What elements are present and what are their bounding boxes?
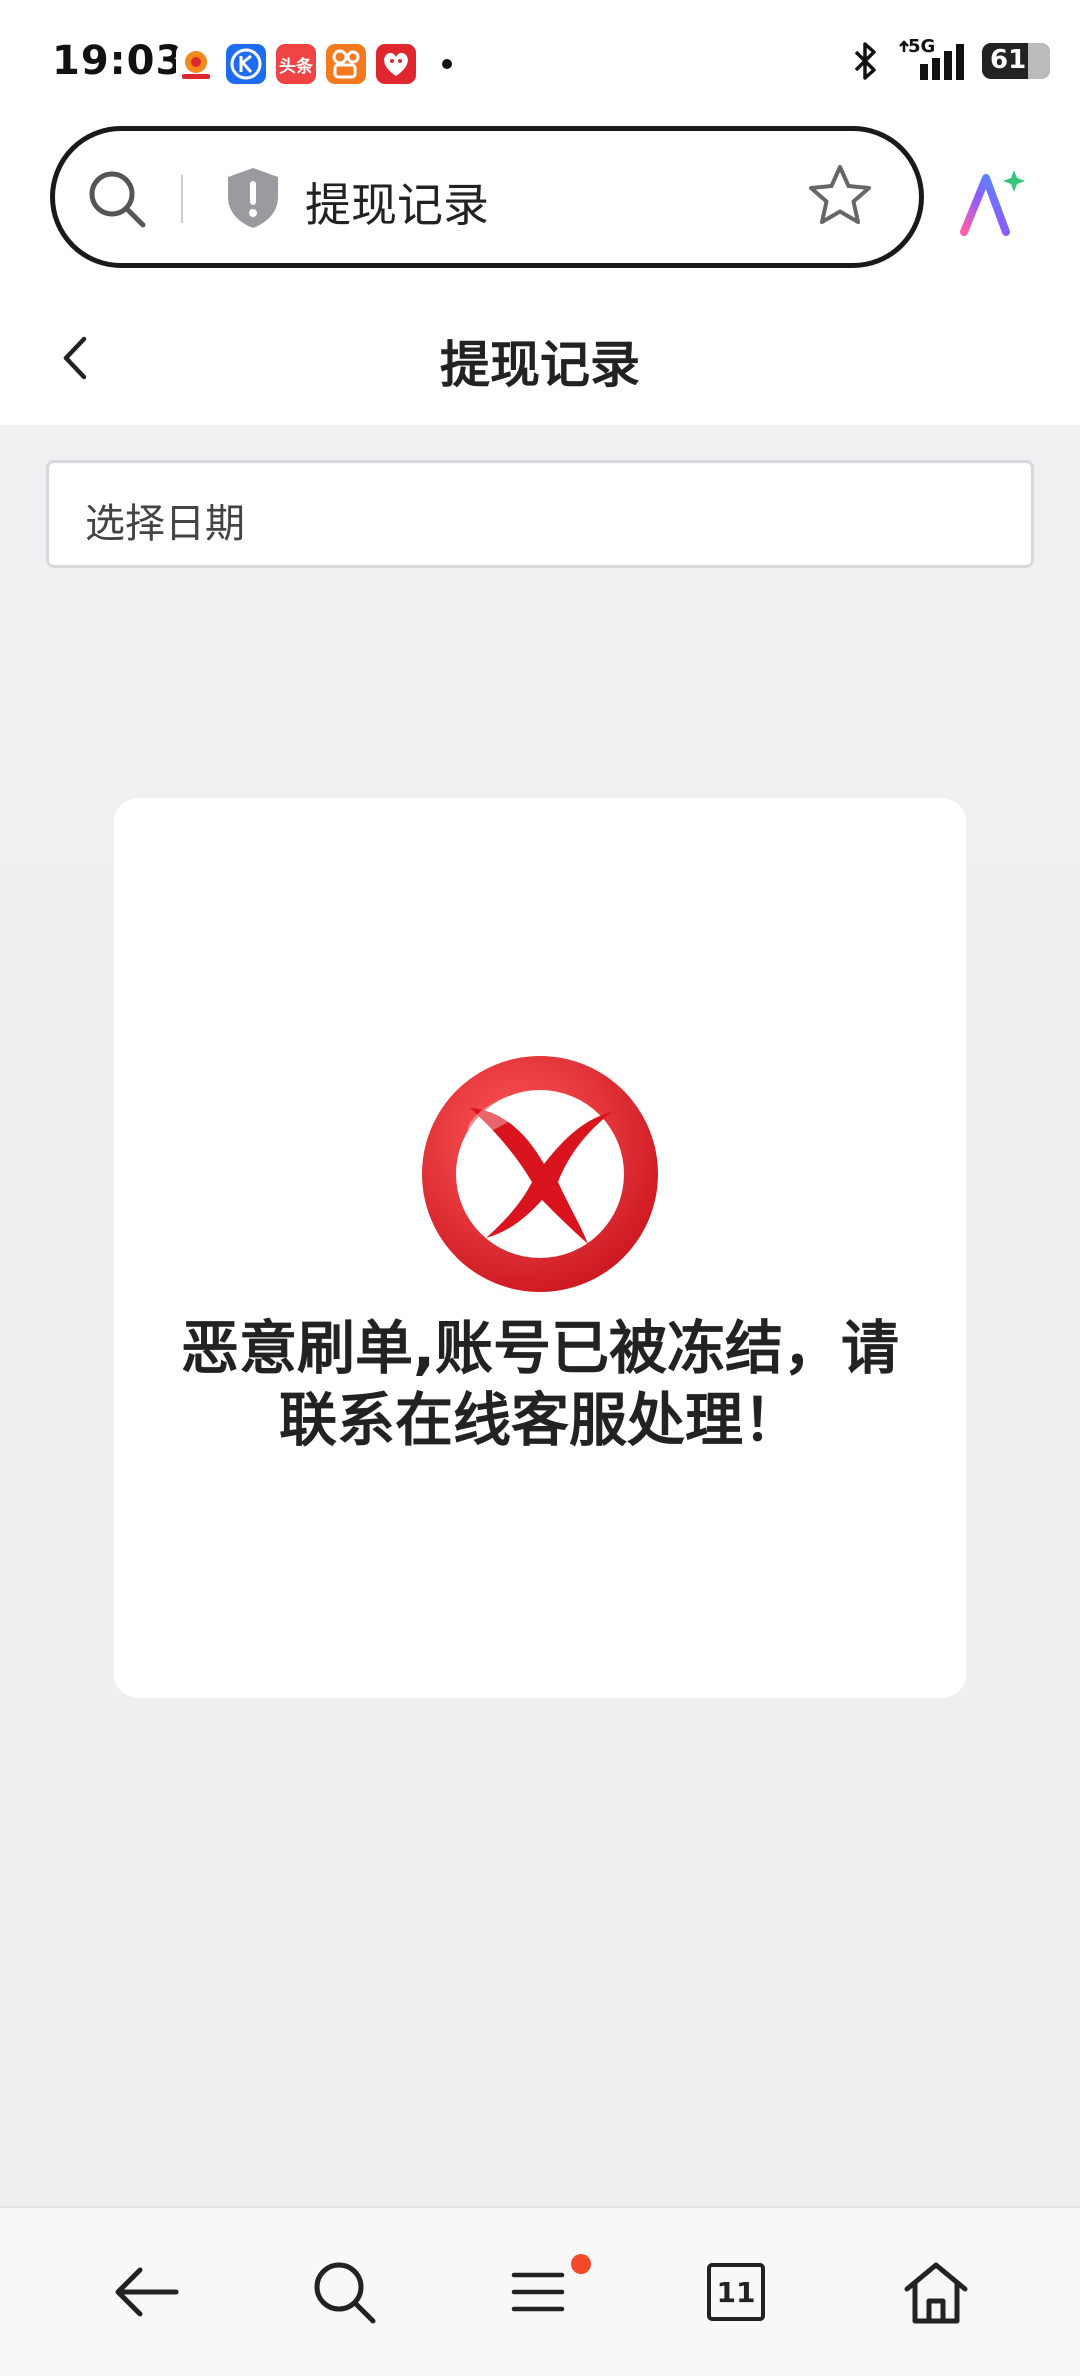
- notification-icons: 头条: [176, 44, 452, 84]
- bottom-navigation: 11: [0, 2206, 1080, 2376]
- app-icon-kuaishou: [326, 44, 366, 84]
- app-icon-pinduoduo: [376, 44, 416, 84]
- tabs-count: 11: [716, 2275, 756, 2309]
- error-dialog: 恶意刷单,账号已被冻结，请联系在线客服处理！: [114, 798, 966, 1698]
- battery-icon: 61: [982, 43, 1050, 79]
- error-x-icon: [422, 1056, 658, 1292]
- address-text[interactable]: 提现记录: [305, 169, 489, 235]
- status-indicators: 5G 61: [850, 36, 1050, 82]
- date-picker-field[interactable]: 选择日期: [46, 460, 1034, 568]
- app-icon-toutiao: 头条: [276, 44, 316, 84]
- more-notifications-dot: [442, 59, 452, 69]
- menu-icon: [511, 2272, 565, 2312]
- status-bar: 19:03 头条 5G 61: [0, 0, 1080, 120]
- app-icon-1: [176, 44, 216, 84]
- home-icon: [904, 2262, 968, 2324]
- browser-toolbar: 提现记录: [0, 120, 1080, 285]
- error-message: 恶意刷单,账号已被冻结，请联系在线客服处理！: [180, 1314, 900, 1454]
- nav-search-button[interactable]: [294, 2242, 394, 2342]
- bluetooth-icon: [854, 42, 876, 80]
- battery-level: 61: [990, 45, 1027, 75]
- nav-back-button[interactable]: [96, 2242, 196, 2342]
- arrow-left-icon: [115, 2267, 179, 2317]
- toutiao-label: 头条: [279, 56, 313, 77]
- app-icon-k: [226, 44, 266, 84]
- shield-warning-icon[interactable]: [223, 165, 283, 231]
- menu-badge-dot: [571, 2254, 591, 2274]
- tabs-icon: 11: [707, 2263, 765, 2321]
- page-title: 提现记录: [440, 336, 640, 394]
- search-icon: [314, 2262, 376, 2324]
- nav-tabs-button[interactable]: 11: [686, 2242, 786, 2342]
- search-icon[interactable]: [85, 167, 149, 231]
- date-placeholder: 选择日期: [85, 501, 245, 547]
- ai-assistant-icon[interactable]: [956, 166, 1026, 238]
- signal-bars-icon: [899, 40, 964, 80]
- nav-home-button[interactable]: [886, 2242, 986, 2342]
- address-divider: [181, 175, 183, 223]
- address-bar[interactable]: 提现记录: [50, 126, 924, 268]
- status-time: 19:03: [52, 38, 185, 84]
- bookmark-star-icon[interactable]: [805, 161, 875, 231]
- page-header: 提现记录: [0, 285, 1080, 425]
- signal-indicator: 5G: [896, 36, 966, 82]
